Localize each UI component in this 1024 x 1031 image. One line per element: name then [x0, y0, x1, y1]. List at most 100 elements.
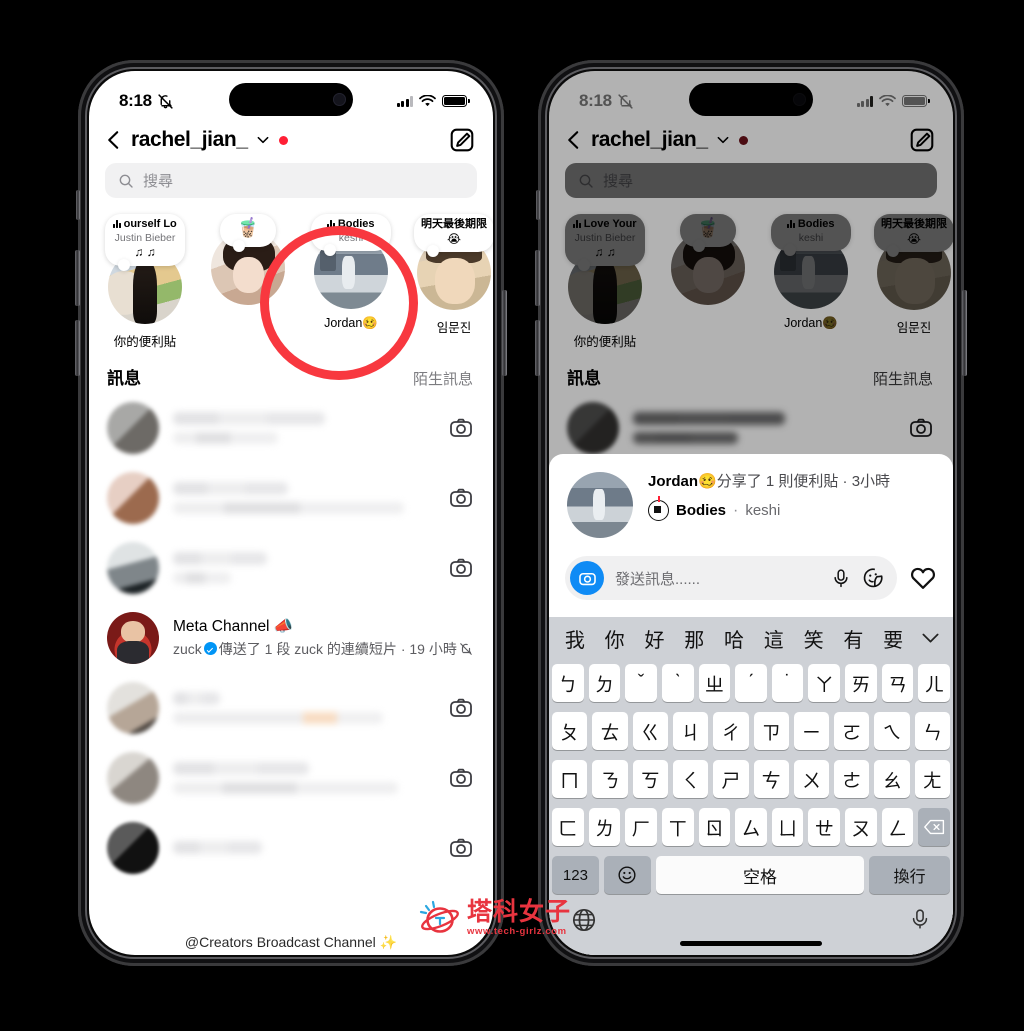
note-bubble[interactable]: 🧋 [220, 214, 276, 252]
prediction-word[interactable]: 我 [555, 624, 595, 653]
prediction-word[interactable]: 好 [635, 624, 675, 653]
avatar[interactable] [567, 472, 633, 538]
key[interactable]: ㄆ [552, 712, 588, 750]
emoji-icon[interactable] [603, 856, 651, 894]
note-item[interactable]: 明天最後期限 😭 임문진 [404, 214, 493, 350]
avatar[interactable] [107, 821, 159, 874]
back-chevron-icon[interactable] [103, 129, 125, 151]
key[interactable]: ㄔ [713, 712, 749, 750]
key[interactable]: ㄊ [592, 712, 628, 750]
avatar[interactable] [107, 611, 159, 664]
chat-row[interactable] [89, 393, 493, 463]
key[interactable]: ㄨ [793, 760, 830, 798]
chat-row[interactable] [89, 743, 493, 813]
key[interactable]: ㄋ [592, 760, 628, 798]
key[interactable]: ㄎ [632, 760, 668, 798]
key[interactable]: ㄡ [845, 808, 877, 846]
avatar[interactable] [107, 681, 159, 734]
key[interactable]: ㄚ [808, 664, 841, 702]
chevron-down-icon[interactable] [913, 632, 947, 645]
mute-switch[interactable] [536, 190, 540, 220]
key[interactable]: ㄌ [588, 808, 621, 846]
key[interactable]: ㄙ [735, 808, 767, 846]
microphone-icon[interactable] [831, 568, 851, 588]
key[interactable]: ㄑ [672, 760, 709, 798]
key[interactable]: ㄝ [808, 808, 841, 846]
search-input[interactable]: 搜尋 [105, 163, 477, 198]
prediction-word[interactable]: 要 [873, 624, 913, 653]
section-requests-link[interactable]: 陌生訊息 [413, 368, 473, 389]
page-title[interactable]: rachel_jian_ [131, 128, 248, 152]
key[interactable]: ㄉ [588, 664, 621, 702]
message-input-pill[interactable]: 發送訊息...... [565, 556, 897, 600]
key[interactable]: ˇ [625, 664, 657, 702]
volume-down-button[interactable] [75, 320, 80, 376]
key[interactable]: ㄐ [672, 712, 709, 750]
prediction-word[interactable]: 笑 [794, 624, 834, 653]
prediction-word[interactable]: 你 [595, 624, 635, 653]
power-button[interactable] [962, 290, 967, 376]
key[interactable]: ˊ [735, 664, 767, 702]
avatar[interactable] [107, 401, 159, 454]
key[interactable]: ㄣ [914, 712, 950, 750]
home-indicator[interactable] [680, 941, 822, 946]
key[interactable]: ㄖ [698, 808, 731, 846]
chat-row[interactable] [89, 533, 493, 603]
compose-icon[interactable] [449, 127, 475, 153]
key[interactable]: ㄩ [771, 808, 804, 846]
note-bubble[interactable]: ourself Lo Justin Bieber ♫ ♫ [105, 214, 185, 271]
prediction-word[interactable]: 有 [833, 624, 873, 653]
key[interactable]: ㄟ [874, 712, 910, 750]
backspace-icon[interactable] [918, 808, 951, 846]
volume-down-button[interactable] [535, 320, 540, 376]
volume-up-button[interactable] [535, 250, 540, 306]
camera-icon[interactable] [449, 416, 473, 440]
key[interactable]: ㄏ [625, 808, 657, 846]
note-bubble[interactable]: 明天最後期限 😭 [414, 214, 493, 258]
space-key[interactable]: 空格 [655, 856, 865, 894]
note-item[interactable]: 🧋 [198, 214, 298, 350]
key[interactable]: ㄓ [698, 664, 731, 702]
note-bubble[interactable]: Bodies keshi [311, 214, 391, 257]
note-item[interactable]: ourself Lo Justin Bieber ♫ ♫ 你的便利貼 [95, 214, 195, 350]
chevron-down-icon[interactable] [256, 133, 270, 147]
key[interactable]: ㄠ [874, 760, 910, 798]
camera-icon[interactable] [449, 556, 473, 580]
camera-icon[interactable] [570, 561, 604, 595]
key[interactable]: ㄞ [845, 664, 877, 702]
key[interactable]: ˙ [771, 664, 804, 702]
key[interactable]: ㄦ [918, 664, 951, 702]
key[interactable]: ㄕ [713, 760, 749, 798]
chat-row[interactable] [89, 673, 493, 743]
camera-icon[interactable] [449, 486, 473, 510]
key[interactable]: ㄗ [753, 712, 789, 750]
avatar[interactable] [107, 751, 159, 804]
numeric-key[interactable]: 123 [552, 856, 599, 894]
camera-icon[interactable] [449, 766, 473, 790]
note-item-jordan[interactable]: Bodies keshi Jordan🥴 [301, 214, 401, 350]
avatar[interactable] [107, 541, 159, 594]
mute-switch[interactable] [76, 190, 80, 220]
key[interactable]: ㄤ [914, 760, 950, 798]
prediction-word[interactable]: 哈 [714, 624, 754, 653]
key[interactable]: ㄒ [661, 808, 694, 846]
chat-row-meta-channel[interactable]: Meta Channel 📣 zuck 傳送了 1 段 zuck 的連續短片 ·… [89, 603, 493, 673]
key[interactable]: ˋ [661, 664, 694, 702]
key[interactable]: ㄛ [834, 712, 870, 750]
key[interactable]: ㄘ [753, 760, 789, 798]
sticker-icon[interactable] [862, 567, 884, 589]
key[interactable]: ㄈ [551, 808, 584, 846]
chat-row[interactable] [89, 463, 493, 533]
power-button[interactable] [502, 290, 507, 376]
prediction-word[interactable]: 那 [674, 624, 714, 653]
dictation-microphone-icon[interactable] [909, 907, 931, 931]
avatar[interactable] [107, 471, 159, 524]
return-key[interactable]: 換行 [869, 856, 950, 894]
camera-icon[interactable] [449, 696, 473, 720]
key[interactable]: ㄜ [834, 760, 870, 798]
volume-up-button[interactable] [75, 250, 80, 306]
prediction-word[interactable]: 這 [754, 624, 794, 653]
chat-row[interactable] [89, 813, 493, 883]
key[interactable]: ㄍ [632, 712, 668, 750]
globe-icon[interactable] [571, 907, 597, 933]
